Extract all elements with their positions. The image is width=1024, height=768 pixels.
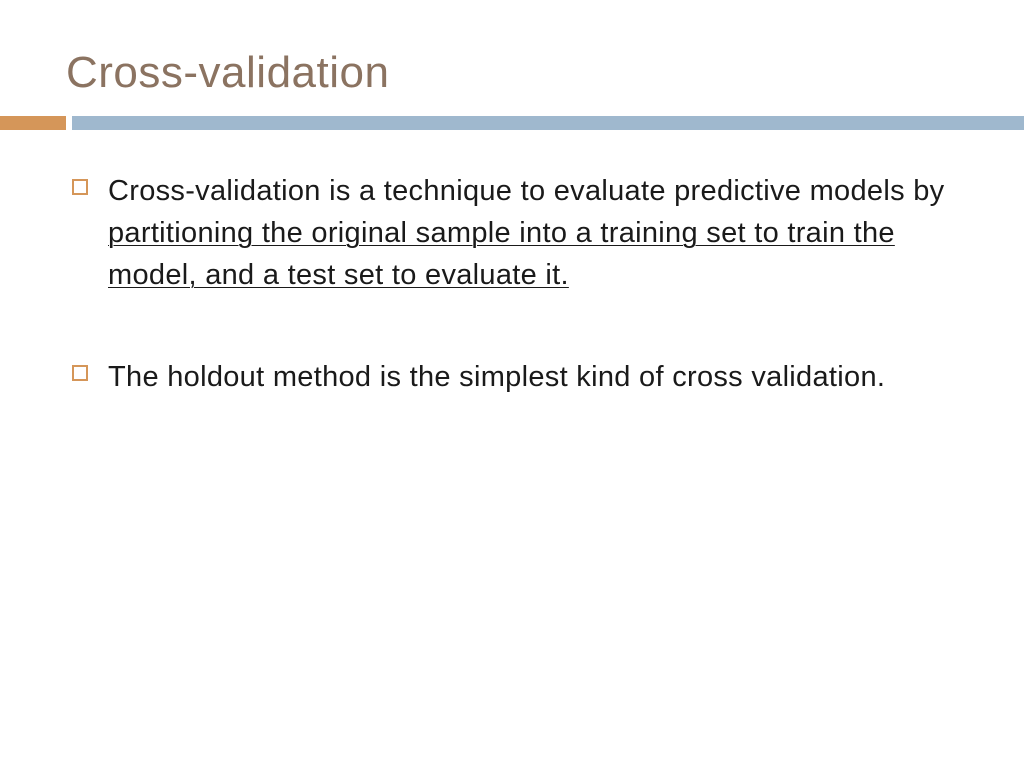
list-item: The holdout method is the simplest kind …: [72, 356, 964, 398]
bullet-plain-before: Cross-validation is a technique to evalu…: [108, 175, 944, 207]
bullet-text: Cross-validation is a technique to evalu…: [108, 170, 964, 296]
divider-accent-orange: [0, 116, 66, 130]
slide-title: Cross-validation: [0, 0, 1024, 116]
divider-accent-blue: [72, 116, 1024, 130]
slide: Cross-validation Cross-validation is a t…: [0, 0, 1024, 768]
bullet-plain-before: The holdout method is the simplest kind …: [108, 361, 885, 393]
bullet-underlined: partitioning the original sample into a …: [108, 217, 895, 291]
bullet-square-icon: [72, 365, 88, 381]
list-item: Cross-validation is a technique to evalu…: [72, 170, 964, 296]
slide-content: Cross-validation is a technique to evalu…: [0, 130, 1024, 398]
bullet-text: The holdout method is the simplest kind …: [108, 356, 885, 398]
divider-bar: [0, 116, 1024, 130]
bullet-square-icon: [72, 179, 88, 195]
